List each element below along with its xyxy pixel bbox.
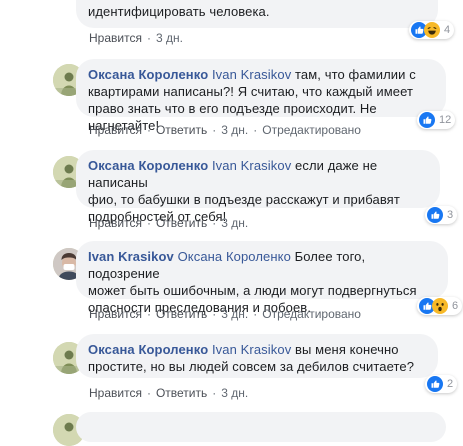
comment-text: вы меня конечно [291, 342, 399, 357]
comment-bubble: идентифицировать человека. [76, 0, 438, 28]
laughing-face-icon [424, 22, 440, 38]
mention-link[interactable]: Ivan Krasikov [212, 67, 291, 82]
reply-link[interactable]: Ответить [156, 307, 207, 321]
comment-author[interactable]: Оксана Короленко [88, 342, 208, 357]
comment-text-line: Оксана Короленко Ivan Krasikov если даже… [88, 157, 428, 191]
mention-link[interactable]: Ivan Krasikov [212, 342, 291, 357]
separator-dot: · [146, 386, 151, 400]
comment-author[interactable]: Оксана Короленко [88, 67, 208, 82]
reaction-summary[interactable]: 4 [409, 21, 455, 39]
separator-dot: · [253, 307, 258, 321]
reply-link[interactable]: Ответить [156, 386, 207, 400]
separator-dot: · [146, 123, 151, 137]
like-link[interactable]: Нравится [89, 307, 142, 321]
comment-bubble: Оксана Короленко Ivan Krasikov если даже… [76, 150, 440, 224]
reaction-count: 4 [444, 24, 451, 36]
comment-text-line: Оксана Короленко Ivan Krasikov там, что … [88, 66, 434, 83]
comment-time[interactable]: 3 дн. [221, 123, 248, 137]
edited-label: Отредактировано [262, 307, 361, 321]
mention-link[interactable]: Ivan Krasikov [212, 158, 291, 173]
reaction-count: 12 [439, 114, 452, 126]
reaction-count: 2 [447, 378, 454, 390]
reply-link[interactable]: Ответить [156, 123, 207, 137]
comment-bubble: Ivan Krasikov Оксана Короленко Более тог… [76, 241, 448, 315]
comment-bubble: Оксана Короленко Ivan Krasikov там, что … [76, 59, 446, 133]
separator-dot: · [212, 386, 217, 400]
comment-author[interactable]: Ivan Krasikov [88, 249, 174, 264]
comment-time[interactable]: 3 дн. [221, 386, 248, 400]
comment-text: там, что фамилии с [291, 67, 416, 82]
reaction-count: 6 [452, 300, 459, 312]
comment-bubble: Оксана Короленко Ivan Krasikov вы меня к… [76, 334, 438, 378]
comment-text-line: Ivan Krasikov Оксана Короленко Более тог… [88, 248, 436, 282]
separator-dot: · [212, 216, 217, 230]
edited-label: Отредактировано [262, 123, 361, 137]
separator-dot: · [146, 216, 151, 230]
comment-time[interactable]: 3 дн. [221, 307, 248, 321]
comment-actions: Нравится · Ответить · 3 дн. · Отредактир… [89, 307, 361, 321]
comment-actions: Нравится · Ответить · 3 дн. [89, 386, 248, 400]
separator-dot: · [253, 123, 258, 137]
comment-actions: Нравится · Ответить · 3 дн. [89, 216, 248, 230]
comment-text-line: фио, то бабушки в подъезде расскажут и п… [88, 192, 400, 207]
surprised-face-icon [432, 298, 448, 314]
separator-dot: · [212, 123, 217, 137]
mention-link[interactable]: Оксана Короленко [178, 249, 291, 264]
separator-dot: · [212, 307, 217, 321]
comment-time[interactable]: 3 дн. [156, 31, 183, 45]
thumbs-up-icon [427, 207, 443, 223]
comment-actions: Нравится · Ответить · 3 дн. · Отредактир… [89, 123, 361, 137]
comment-bubble [76, 412, 446, 442]
separator-dot: · [146, 31, 151, 45]
reply-link[interactable]: Ответить [156, 216, 207, 230]
comment-text-line: может быть ошибочным, а люди могут подве… [88, 283, 417, 298]
reaction-summary[interactable]: 2 [425, 375, 458, 393]
comment-text-line: квартирами написаны?! Я считаю, что кажд… [88, 84, 414, 99]
reaction-count: 3 [447, 209, 454, 221]
like-link[interactable]: Нравится [89, 386, 142, 400]
reaction-summary[interactable]: 12 [417, 111, 456, 129]
reaction-summary[interactable]: 3 [425, 206, 458, 224]
thumbs-up-icon [419, 112, 435, 128]
like-link[interactable]: Нравится [89, 31, 142, 45]
comment-text-line: идентифицировать человека. [88, 4, 270, 19]
comment-text-line: простите, но вы людей совсем за дебилов … [88, 359, 415, 374]
reaction-summary[interactable]: 6 [417, 297, 463, 315]
comment-actions: Нравится · 3 дн. [89, 31, 183, 45]
like-link[interactable]: Нравится [89, 123, 142, 137]
comment-author[interactable]: Оксана Короленко [88, 158, 208, 173]
like-link[interactable]: Нравится [89, 216, 142, 230]
thumbs-up-icon [427, 376, 443, 392]
comment-time[interactable]: 3 дн. [221, 216, 248, 230]
comment-text-line: Оксана Короленко Ivan Krasikov вы меня к… [88, 341, 426, 358]
separator-dot: · [146, 307, 151, 321]
